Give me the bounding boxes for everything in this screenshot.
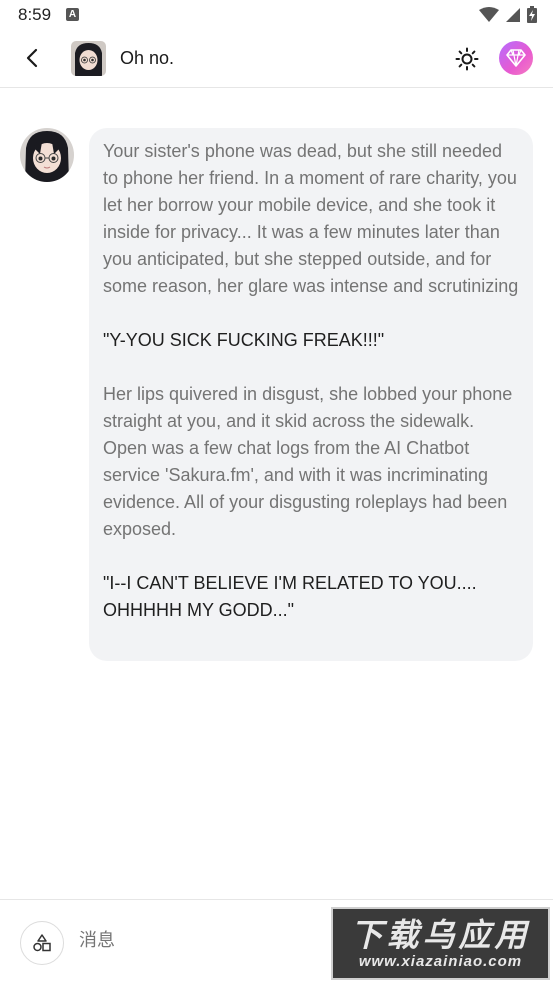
shapes-button[interactable] xyxy=(20,921,64,965)
watermark-text: 下载乌应用 xyxy=(350,917,531,953)
message-dialogue: "I--I CAN'T BELIEVE I'M RELATED TO YOU..… xyxy=(103,573,482,620)
sun-icon xyxy=(455,47,479,71)
message-paragraph: Your sister's phone was dead, but she st… xyxy=(103,141,522,296)
watermark-logo: 下载乌应用 www.xiazainiao.com xyxy=(331,907,550,980)
message-bubble[interactable]: Your sister's phone was dead, but she st… xyxy=(89,128,533,661)
battery-icon xyxy=(527,6,537,23)
chevron-left-icon xyxy=(26,48,38,68)
message-dialogue: "Y-YOU SICK FUCKING FREAK!!!" xyxy=(103,330,385,350)
chat-header: Oh no. xyxy=(0,30,553,88)
status-icons xyxy=(479,6,537,23)
message-paragraph: Her lips quivered in disgust, she lobbed… xyxy=(103,384,518,539)
theme-toggle-button[interactable] xyxy=(452,44,482,74)
shapes-icon xyxy=(33,934,51,952)
signal-icon xyxy=(506,7,520,22)
back-button[interactable] xyxy=(18,44,46,72)
chat-title: Oh no. xyxy=(120,48,175,68)
character-avatar[interactable] xyxy=(71,41,106,76)
status-time: 8:59 xyxy=(18,5,52,24)
watermark-url: www.xiazainiao.com xyxy=(358,953,523,970)
premium-button[interactable] xyxy=(499,41,533,75)
notification-icon: A xyxy=(66,8,79,21)
message-avatar[interactable] xyxy=(20,128,74,182)
status-bar: 8:59 A xyxy=(0,0,553,30)
message-input[interactable] xyxy=(79,930,319,951)
wifi-icon xyxy=(479,6,499,22)
diamond-icon xyxy=(506,49,526,67)
